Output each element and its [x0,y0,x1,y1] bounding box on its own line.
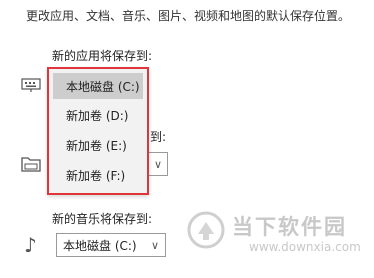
monitor-keyboard-icon [21,77,41,97]
dropdown-option-f[interactable]: 新加卷 (F:) [53,162,143,188]
location-dropdown-list: 本地磁盘 (C:) 新加卷 (D:) 新加卷 (E:) 新加卷 (F:) [47,67,149,195]
watermark-url: www.downxia.com [249,240,361,254]
folder-icon [21,155,41,177]
music-location-value: 本地磁盘 (C:) [63,238,137,253]
watermark-logo-icon [186,210,226,254]
docs-save-label-tail: 到: [150,130,167,144]
music-location-select[interactable]: 本地磁盘 (C:) ∨ [56,233,166,257]
watermark-brand: 当下软件园 [232,215,347,239]
dropdown-option-e[interactable]: 新加卷 (E:) [53,132,143,158]
dropdown-option-d[interactable]: 新加卷 (D:) [53,102,143,128]
music-note-icon: ♪ [24,233,37,257]
music-save-label: 新的音乐将保存到: [52,212,153,226]
chevron-down-icon: ∨ [153,157,163,171]
apps-save-label: 新的应用将保存到: [52,49,153,63]
dropdown-option-c[interactable]: 本地磁盘 (C:) [53,73,143,99]
page-description: 更改应用、文档、音乐、图片、视频和地图的默认保存位置。 [26,9,351,23]
docs-location-select[interactable]: ∨ [148,152,168,176]
chevron-down-icon: ∨ [150,238,159,252]
